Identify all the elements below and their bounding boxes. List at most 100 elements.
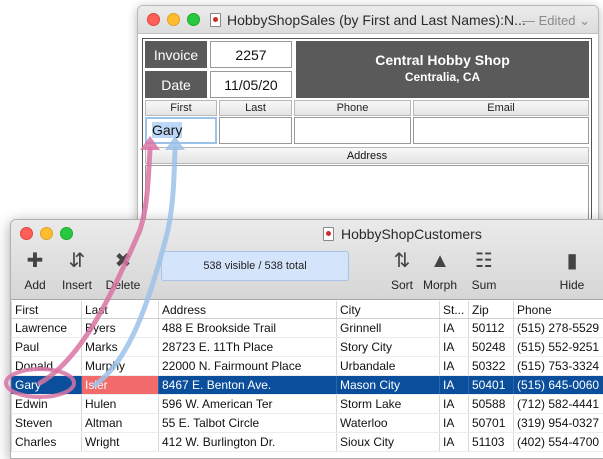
shop-name: Central Hobby Shop (375, 52, 510, 68)
table-cell[interactable]: (319) 954-0327 (513, 414, 603, 432)
table-cell[interactable]: 50322 (468, 357, 513, 375)
minimize-window-button[interactable] (40, 227, 53, 240)
sales-titlebar: HobbyShopSales (by First and Last Names)… (138, 6, 598, 34)
table-cell[interactable]: Charles (11, 433, 81, 451)
customers-window: HobbyShopCustomers ✚ Add ⇵ Insert ✖ Dele… (10, 219, 603, 459)
sales-window-title: HobbyShopSales (by First and Last Names)… (227, 12, 526, 28)
table-cell[interactable]: 596 W. American Ter (158, 395, 336, 413)
table-row[interactable]: Paul Marks 28723 E. 11Th Place Story City IA… (11, 338, 603, 357)
invoice-field[interactable]: 2257 (210, 41, 292, 68)
table-cell[interactable]: Wright (81, 433, 158, 451)
phone-field[interactable] (294, 117, 411, 144)
table-cell[interactable]: Paul (11, 338, 81, 356)
table-cell[interactable]: 8467 E. Benton Ave. (158, 376, 336, 394)
delete-button[interactable]: ✖ Delete (96, 248, 150, 292)
invoice-label: Invoice (145, 41, 207, 68)
table-cell[interactable]: Sioux City (336, 433, 439, 451)
column-header[interactable]: Last (81, 301, 158, 318)
first-name-field[interactable]: Gary (145, 117, 217, 144)
sum-icon: ☷ (475, 250, 493, 272)
first-name-value: Gary (152, 122, 183, 138)
table-cell[interactable]: Lawrence (11, 319, 81, 337)
table-cell[interactable]: Isler (81, 376, 158, 394)
table-cell[interactable]: Byers (81, 319, 158, 337)
table-row[interactable]: Edwin Hulen 596 W. American Ter Storm Lake I… (11, 395, 603, 414)
customers-toolbar: HobbyShopCustomers ✚ Add ⇵ Insert ✖ Dele… (11, 220, 603, 300)
table-cell[interactable]: (515) 645-0060 (513, 376, 603, 394)
column-header[interactable]: St... (439, 301, 468, 318)
shop-header: Central Hobby Shop Centralia, CA (296, 41, 589, 98)
table-cell[interactable]: IA (439, 414, 468, 432)
minimize-window-button[interactable] (167, 13, 180, 26)
edited-status[interactable]: — Edited ⌄ (522, 13, 590, 29)
table-cell[interactable]: Steven (11, 414, 81, 432)
table-cell[interactable]: Mason City (336, 376, 439, 394)
column-header[interactable]: Zip (468, 301, 513, 318)
table-cell[interactable]: 55 E. Talbot Circle (158, 414, 336, 432)
table-cell[interactable]: Hulen (81, 395, 158, 413)
table-cell[interactable]: IA (439, 338, 468, 356)
table-cell[interactable]: Storm Lake (336, 395, 439, 413)
table-cell[interactable]: Gary (11, 376, 81, 394)
table-cell[interactable]: 51103 (468, 433, 513, 451)
table-cell[interactable]: (515) 552-9251 (513, 338, 603, 356)
table-cell[interactable]: 50248 (468, 338, 513, 356)
customers-window-title: HobbyShopCustomers (341, 226, 482, 242)
table-cell[interactable]: 412 W. Burlington Dr. (158, 433, 336, 451)
document-icon (210, 13, 221, 27)
zoom-window-button[interactable] (187, 13, 200, 26)
table-row[interactable]: Charles Wright 412 W. Burlington Dr. Sioux … (11, 433, 603, 452)
table-cell[interactable]: IA (439, 433, 468, 451)
table-cell[interactable]: Murphy (81, 357, 158, 375)
close-window-button[interactable] (147, 13, 160, 26)
table-cell[interactable]: Grinnell (336, 319, 439, 337)
table-cell[interactable]: IA (439, 357, 468, 375)
column-header[interactable]: City (336, 301, 439, 318)
table-cell[interactable]: Edwin (11, 395, 81, 413)
table-cell[interactable]: Story City (336, 338, 439, 356)
shop-city: Centralia, CA (404, 70, 481, 84)
table-cell[interactable]: 50588 (468, 395, 513, 413)
table-cell[interactable]: (712) 582-4441 (513, 395, 603, 413)
table-cell[interactable]: Urbandale (336, 357, 439, 375)
table-row[interactable]: Donald Murphy 22000 N. Fairmount Place Urba… (11, 357, 603, 376)
zoom-window-button[interactable] (60, 227, 73, 240)
table-cell[interactable]: (515) 753-3324 (513, 357, 603, 375)
table-cell[interactable]: 50112 (468, 319, 513, 337)
record-count: 538 visible / 538 total (161, 251, 349, 281)
column-header[interactable]: First (11, 301, 81, 318)
table-row[interactable]: Steven Altman 55 E. Talbot Circle Waterloo I… (11, 414, 603, 433)
table-cell[interactable]: 22000 N. Fairmount Place (158, 357, 336, 375)
table-cell[interactable]: IA (439, 395, 468, 413)
column-header[interactable]: Phone (513, 301, 603, 318)
date-label: Date (145, 71, 207, 98)
table-cell[interactable]: 28723 E. 11Th Place (158, 338, 336, 356)
table-cell[interactable]: 50401 (468, 376, 513, 394)
hide-button[interactable]: ▮ Hide (545, 248, 599, 292)
first-column-label: First (145, 100, 217, 116)
table-cell[interactable]: Waterloo (336, 414, 439, 432)
table-cell[interactable]: 50701 (468, 414, 513, 432)
sum-button[interactable]: ☷ Sum (457, 248, 511, 292)
date-field[interactable]: 11/05/20 (210, 71, 292, 98)
table-cell[interactable]: Donald (11, 357, 81, 375)
email-field[interactable] (413, 117, 589, 144)
table-cell[interactable]: IA (439, 319, 468, 337)
table-cell[interactable]: IA (439, 376, 468, 394)
table-cell[interactable]: Marks (81, 338, 158, 356)
table-cell[interactable]: 488 E Brookside Trail (158, 319, 336, 337)
table-row[interactable]: Gary Isler 8467 E. Benton Ave. Mason City IA… (11, 376, 603, 395)
column-header[interactable]: Address (158, 301, 336, 318)
document-icon (323, 227, 334, 241)
table-header-row: First Last Address City St... Zip Phone (11, 301, 603, 319)
close-window-button[interactable] (20, 227, 33, 240)
table-cell[interactable]: (515) 278-5529 (513, 319, 603, 337)
table-cell[interactable]: Altman (81, 414, 158, 432)
last-column-label: Last (219, 100, 292, 116)
table-cell[interactable]: (402) 554-4700 (513, 433, 603, 451)
customers-table: First Last Address City St... Zip Phone Lawrenc… (11, 301, 603, 452)
last-name-field[interactable] (219, 117, 292, 144)
x-icon: ✖ (114, 250, 132, 272)
bookmark-icon: ▮ (566, 250, 578, 272)
table-row[interactable]: Lawrence Byers 488 E Brookside Trail Grinne… (11, 319, 603, 338)
